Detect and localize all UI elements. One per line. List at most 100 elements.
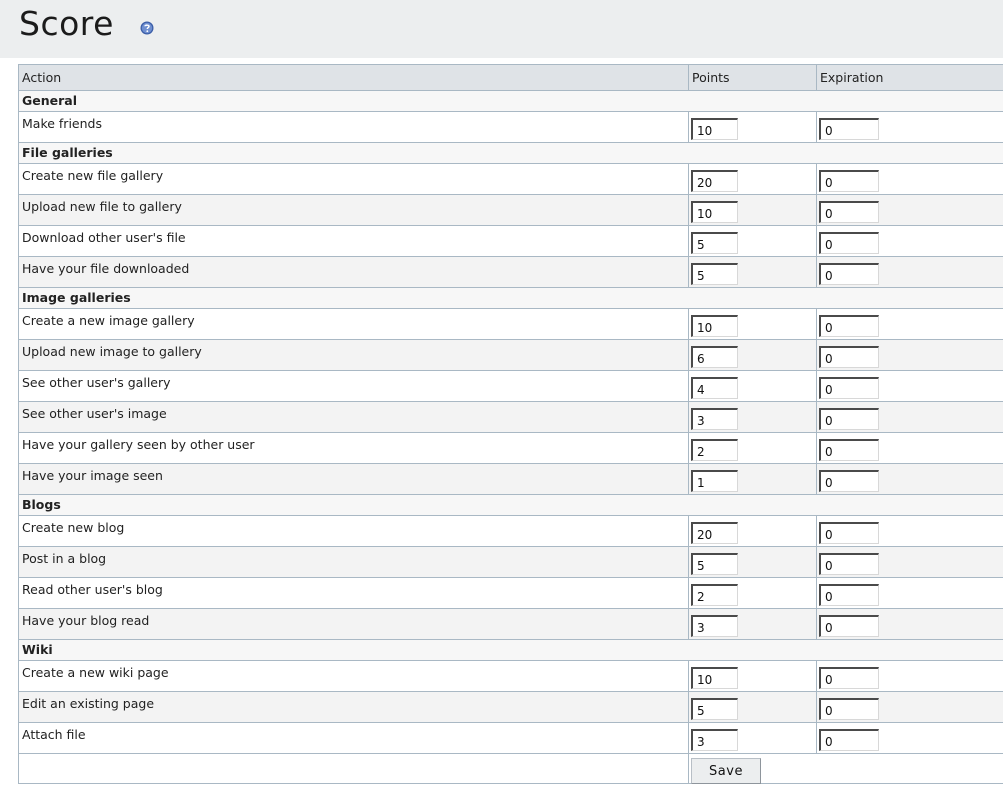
expiration-input[interactable]	[819, 170, 879, 192]
expiration-cell	[816, 546, 1003, 578]
action-label: Have your file downloaded	[18, 256, 689, 288]
save-cell: Save	[688, 753, 1003, 784]
points-cell	[688, 608, 817, 640]
points-input[interactable]	[691, 615, 738, 637]
expiration-input[interactable]	[819, 263, 879, 285]
points-input[interactable]	[691, 667, 738, 689]
expiration-input[interactable]	[819, 584, 879, 606]
points-cell	[688, 691, 817, 723]
table-row: Have your image seen	[18, 463, 1003, 495]
table-row: Attach file	[18, 722, 1003, 754]
points-input[interactable]	[691, 470, 738, 492]
points-input[interactable]	[691, 439, 738, 461]
points-input[interactable]	[691, 522, 738, 544]
expiration-input[interactable]	[819, 553, 879, 575]
action-label: Upload new file to gallery	[18, 194, 689, 226]
save-button[interactable]: Save	[691, 758, 761, 784]
table-row: Have your blog read	[18, 608, 1003, 640]
points-input[interactable]	[691, 698, 738, 720]
points-input[interactable]	[691, 118, 738, 140]
save-row: Save	[18, 753, 1003, 784]
points-input[interactable]	[691, 729, 738, 751]
help-question-icon[interactable]	[140, 21, 154, 35]
action-label: Upload new image to gallery	[18, 339, 689, 371]
expiration-input[interactable]	[819, 377, 879, 399]
points-cell	[688, 660, 817, 692]
action-label: Have your blog read	[18, 608, 689, 640]
section-row: Blogs	[18, 494, 1003, 516]
section-title: Image galleries	[18, 287, 1003, 309]
table-row: Upload new image to gallery	[18, 339, 1003, 371]
table-row: Create a new image gallery	[18, 308, 1003, 340]
points-input[interactable]	[691, 346, 738, 368]
points-input[interactable]	[691, 170, 738, 192]
action-label: Create a new wiki page	[18, 660, 689, 692]
action-label: Make friends	[18, 111, 689, 143]
points-input[interactable]	[691, 553, 738, 575]
expiration-cell	[816, 660, 1003, 692]
expiration-input[interactable]	[819, 470, 879, 492]
points-cell	[688, 577, 817, 609]
expiration-input[interactable]	[819, 615, 879, 637]
expiration-input[interactable]	[819, 439, 879, 461]
page-header: Score	[0, 0, 1003, 58]
points-cell	[688, 722, 817, 754]
points-input[interactable]	[691, 201, 738, 223]
section-row: Image galleries	[18, 287, 1003, 309]
section-title: Wiki	[18, 639, 1003, 661]
points-input[interactable]	[691, 315, 738, 337]
expiration-input[interactable]	[819, 729, 879, 751]
expiration-cell	[816, 577, 1003, 609]
expiration-input[interactable]	[819, 698, 879, 720]
expiration-cell	[816, 370, 1003, 402]
points-cell	[688, 308, 817, 340]
table-row: See other user's gallery	[18, 370, 1003, 402]
points-cell	[688, 256, 817, 288]
section-title: File galleries	[18, 142, 1003, 164]
expiration-input[interactable]	[819, 667, 879, 689]
points-cell	[688, 515, 817, 547]
expiration-input[interactable]	[819, 118, 879, 140]
action-label: Create new file gallery	[18, 163, 689, 195]
column-header-points: Points	[688, 64, 817, 91]
points-cell	[688, 339, 817, 371]
points-input[interactable]	[691, 263, 738, 285]
table-row: See other user's image	[18, 401, 1003, 433]
table-row: Create a new wiki page	[18, 660, 1003, 692]
table-row: Have your gallery seen by other user	[18, 432, 1003, 464]
section-row: File galleries	[18, 142, 1003, 164]
expiration-input[interactable]	[819, 346, 879, 368]
table-row: Create new blog	[18, 515, 1003, 547]
column-header-expiration: Expiration	[816, 64, 1003, 91]
expiration-input[interactable]	[819, 408, 879, 430]
expiration-cell	[816, 163, 1003, 195]
expiration-input[interactable]	[819, 201, 879, 223]
points-cell	[688, 546, 817, 578]
table-row: Read other user's blog	[18, 577, 1003, 609]
points-input[interactable]	[691, 377, 738, 399]
page-title: Score	[19, 4, 114, 43]
points-cell	[688, 225, 817, 257]
points-cell	[688, 163, 817, 195]
table-row: Make friends	[18, 111, 1003, 143]
table-row: Have your file downloaded	[18, 256, 1003, 288]
action-label: Create a new image gallery	[18, 308, 689, 340]
section-row: General	[18, 90, 1003, 112]
expiration-input[interactable]	[819, 315, 879, 337]
table-row: Download other user's file	[18, 225, 1003, 257]
expiration-cell	[816, 463, 1003, 495]
action-label: Create new blog	[18, 515, 689, 547]
expiration-cell	[816, 194, 1003, 226]
table-row: Upload new file to gallery	[18, 194, 1003, 226]
table-row: Edit an existing page	[18, 691, 1003, 723]
expiration-cell	[816, 515, 1003, 547]
points-input[interactable]	[691, 408, 738, 430]
points-input[interactable]	[691, 584, 738, 606]
expiration-cell	[816, 256, 1003, 288]
expiration-input[interactable]	[819, 232, 879, 254]
points-input[interactable]	[691, 232, 738, 254]
table-row: Create new file gallery	[18, 163, 1003, 195]
points-cell	[688, 370, 817, 402]
expiration-input[interactable]	[819, 522, 879, 544]
action-label: Download other user's file	[18, 225, 689, 257]
